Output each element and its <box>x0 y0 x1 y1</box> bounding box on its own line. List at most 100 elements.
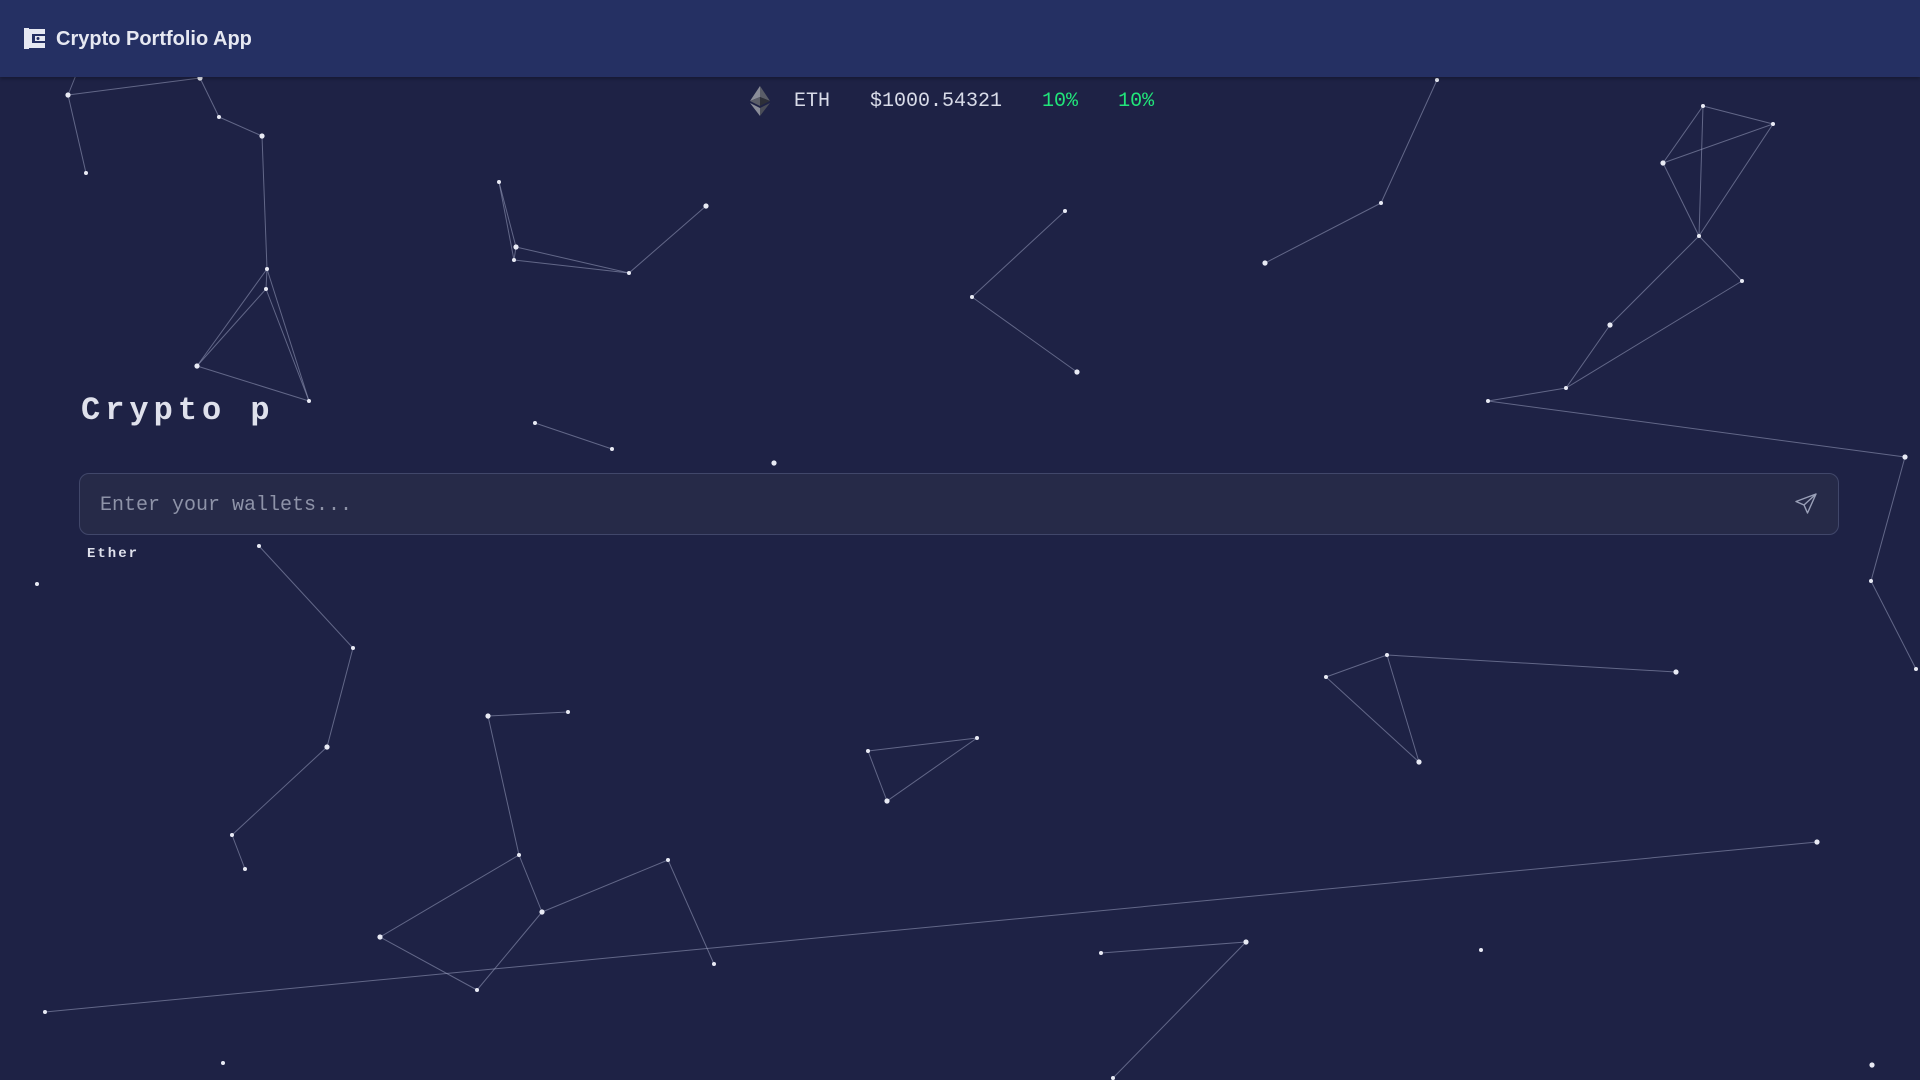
constellation-star <box>243 867 247 871</box>
constellation-star <box>217 115 221 119</box>
constellation-line <box>1264 202 1382 264</box>
constellation-star <box>1262 260 1268 266</box>
constellation-star <box>257 544 261 548</box>
constellation-line <box>231 746 328 836</box>
constellation-line <box>1112 941 1247 1079</box>
constellation-line <box>379 936 478 991</box>
constellation-star <box>566 710 570 714</box>
constellation-star <box>975 736 979 740</box>
constellation-background <box>35 73 1918 1080</box>
constellation-line <box>1325 676 1420 763</box>
constellation-line <box>534 422 613 450</box>
constellation-line <box>231 834 246 870</box>
constellation-star <box>1660 160 1666 166</box>
constellation-star <box>712 962 716 966</box>
constellation-star <box>771 460 777 466</box>
constellation-star <box>1914 667 1918 671</box>
constellation-line <box>1609 235 1700 326</box>
constellation-line <box>628 205 707 274</box>
constellation-star <box>377 934 383 940</box>
constellation-star <box>703 203 709 209</box>
app-title: Crypto Portfolio App <box>56 28 252 50</box>
constellation-star <box>1435 78 1439 82</box>
wallet-search-input[interactable] <box>98 474 1742 536</box>
constellation-star <box>1074 369 1080 375</box>
ticker-symbol: ETH <box>794 89 831 113</box>
constellation-star <box>1701 104 1705 108</box>
constellation-line <box>487 715 520 856</box>
constellation-line <box>1386 654 1677 673</box>
constellation-line <box>261 135 268 270</box>
constellation-line <box>541 859 669 913</box>
send-icon[interactable] <box>1794 492 1818 516</box>
constellation-star <box>35 582 39 586</box>
constellation-star <box>1379 201 1383 205</box>
constellation-line <box>867 750 888 802</box>
constellation-star <box>43 1010 47 1014</box>
constellation-line <box>67 94 87 174</box>
page-title: Crypto p <box>81 392 275 429</box>
wallet-suggestion[interactable]: Ether <box>87 546 139 562</box>
constellation-star <box>475 988 479 992</box>
constellation-star <box>1697 234 1701 238</box>
constellation-star <box>307 399 311 403</box>
constellation-line <box>1565 280 1743 389</box>
constellation-star <box>265 267 269 271</box>
constellation-star <box>65 92 71 98</box>
constellation-star <box>1479 948 1483 952</box>
constellation-line <box>218 116 263 137</box>
constellation-star <box>1902 454 1908 460</box>
constellation-star <box>1564 386 1568 390</box>
constellation-line <box>67 77 201 96</box>
constellation-star <box>1673 669 1679 675</box>
constellation-line <box>515 246 630 274</box>
constellation-line <box>199 77 220 118</box>
constellation-line <box>265 288 310 402</box>
constellation-line <box>1662 123 1774 164</box>
constellation-line <box>266 268 310 402</box>
constellation-star <box>1063 209 1067 213</box>
constellation-star <box>517 853 521 857</box>
constellation-star <box>970 295 974 299</box>
constellation-star <box>84 171 88 175</box>
constellation-line <box>1698 105 1704 237</box>
constellation-line <box>1386 654 1420 763</box>
constellation-star <box>666 858 670 862</box>
constellation-star <box>497 180 501 184</box>
ticker-change-1: 10% <box>1042 89 1079 113</box>
constellation-line <box>476 911 543 991</box>
constellation-line <box>379 854 520 938</box>
constellation-line <box>1870 456 1906 582</box>
constellation-star <box>1869 579 1873 583</box>
constellation-star <box>627 271 631 275</box>
constellation-star <box>512 258 516 262</box>
constellation-star <box>1416 759 1422 765</box>
price-ticker: ETH $1000.54321 10% 10% <box>748 86 1154 116</box>
constellation-star <box>533 421 537 425</box>
constellation-line <box>196 288 267 367</box>
constellation-line <box>1698 123 1774 237</box>
constellation-line <box>1702 105 1774 125</box>
constellation-star <box>485 713 491 719</box>
constellation-star <box>1111 1076 1115 1080</box>
constellation-line <box>498 181 517 248</box>
constellation-line <box>971 296 1078 373</box>
constellation-star <box>264 287 268 291</box>
constellation-star <box>1324 675 1328 679</box>
wallet-icon <box>24 28 45 49</box>
constellation-star <box>1740 279 1744 283</box>
wallet-search-box <box>79 473 1839 536</box>
constellation-line <box>513 259 630 274</box>
constellation-star <box>1814 839 1820 845</box>
constellation-star <box>1486 399 1490 403</box>
constellation-line <box>196 268 268 367</box>
constellation-star <box>351 646 355 650</box>
constellation-line <box>1565 324 1611 389</box>
constellation-line <box>1325 654 1388 678</box>
constellation-star <box>1099 951 1103 955</box>
ticker-change-2: 10% <box>1118 89 1155 113</box>
constellation-star <box>259 133 265 139</box>
constellation-line <box>487 711 569 717</box>
ticker-price: $1000.54321 <box>870 89 1003 113</box>
constellation-star <box>610 447 614 451</box>
